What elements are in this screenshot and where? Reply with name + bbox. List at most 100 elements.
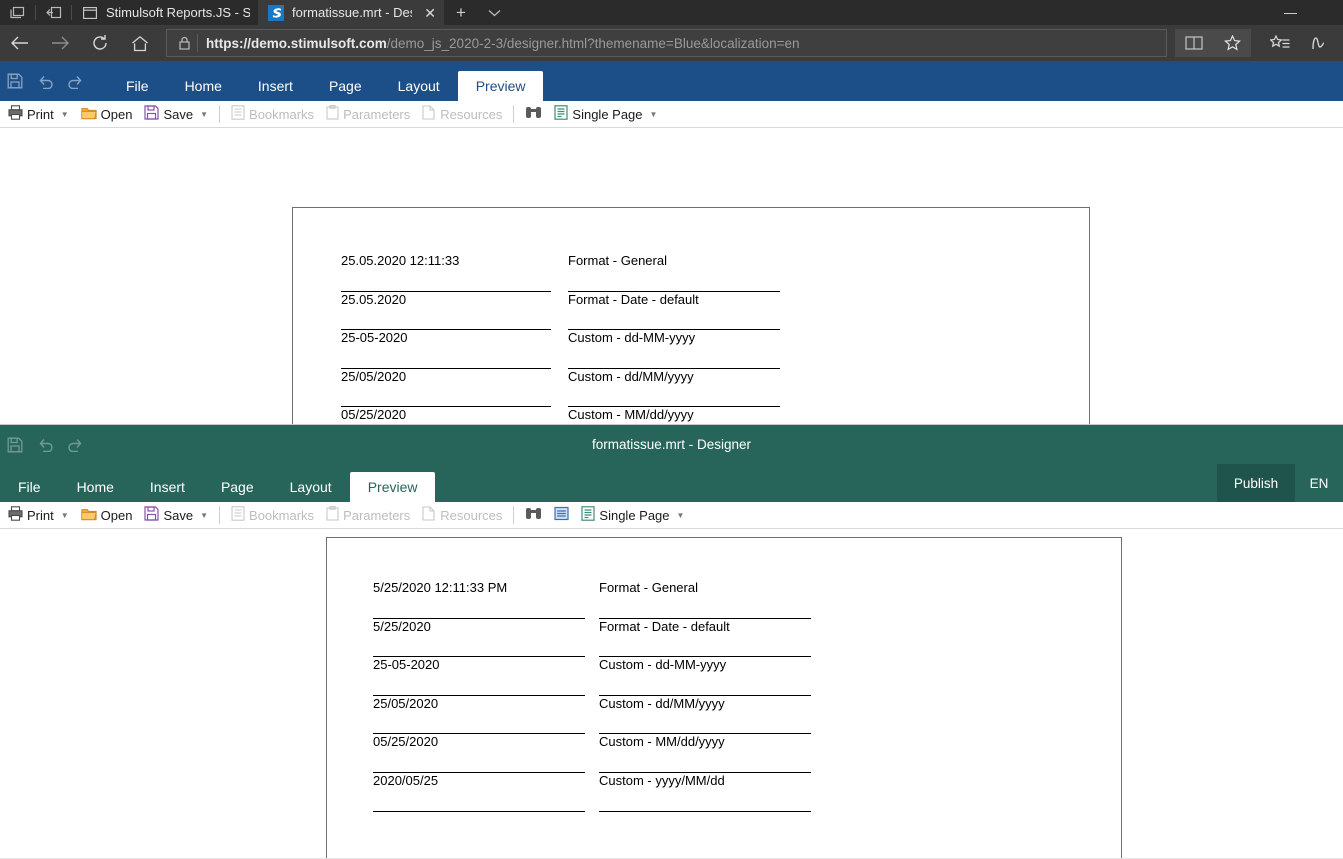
report-value-text: 2020/05/25: [373, 773, 439, 788]
tab-list-button[interactable]: [478, 0, 510, 25]
forward-button[interactable]: [40, 25, 80, 61]
save-button[interactable]: Save ▼: [138, 101, 214, 128]
resources-label: Resources: [440, 507, 503, 523]
report-row: 5/25/2020 Format - Date - default: [327, 619, 1121, 658]
set-aside-tabs-icon[interactable]: [36, 0, 71, 25]
close-icon[interactable]: ✕: [424, 6, 436, 20]
chevron-down-icon[interactable]: ▼: [677, 511, 685, 520]
green-preview-toolbar: Print ▼ Open Save ▼ Bookmarks Parameters…: [0, 502, 1343, 529]
browser-tab-2[interactable]: formatissue.mrt - Desig ✕: [258, 0, 444, 25]
open-button[interactable]: Open: [75, 101, 139, 128]
designer-blue-instance: File Home Insert Page Layout Preview Pri…: [0, 61, 1343, 425]
find-button[interactable]: [519, 101, 548, 128]
report-cell-format: Custom - dd/MM/yyyy: [568, 369, 780, 408]
refresh-icon: [93, 35, 107, 50]
single-page-icon: [581, 506, 596, 524]
blue-ribbon: File Home Insert Page Layout Preview: [0, 61, 1343, 101]
window-minimize-button[interactable]: —: [1268, 0, 1313, 25]
tab-layout[interactable]: Layout: [380, 71, 458, 101]
address-bar[interactable]: https://demo.stimulsoft.com/demo_js_2020…: [166, 29, 1167, 57]
chevron-down-icon[interactable]: ▼: [650, 110, 658, 119]
report-cell-value: 25/05/2020: [373, 696, 585, 735]
tab-file[interactable]: File: [0, 472, 59, 502]
report-cell-format: Custom - dd/MM/yyyy: [599, 696, 811, 735]
single-page-icon: [554, 105, 569, 123]
print-button[interactable]: Print ▼: [2, 101, 75, 128]
refresh-button[interactable]: [80, 25, 120, 61]
tab-preview-icon[interactable]: [0, 0, 35, 25]
resources-label: Resources: [440, 106, 503, 122]
print-icon: [8, 506, 23, 524]
report-value-text: 25-05-2020: [373, 657, 440, 673]
back-button[interactable]: [0, 25, 40, 61]
toolbar-separator-1: [219, 506, 221, 524]
report-value-text: 25/05/2020: [373, 695, 439, 711]
single-page-button[interactable]: Single Page ▼: [575, 502, 690, 529]
toolbar-separator-1: [219, 105, 221, 123]
chevron-down-icon[interactable]: ▼: [61, 110, 69, 119]
page-view-icon: [554, 506, 570, 524]
resources-icon: [422, 105, 436, 123]
tab-insert[interactable]: Insert: [132, 472, 203, 502]
chevron-down-icon[interactable]: ▼: [200, 511, 208, 520]
tab-insert[interactable]: Insert: [240, 71, 311, 101]
publish-button[interactable]: Publish: [1217, 464, 1295, 502]
print-button[interactable]: Print ▼: [2, 502, 75, 529]
report-cell-format: Custom - dd-MM-yyyy: [568, 330, 780, 369]
tab-page[interactable]: Page: [203, 472, 272, 502]
page-view-button[interactable]: [548, 502, 575, 529]
tab-file[interactable]: File: [108, 71, 167, 101]
tab-home[interactable]: Home: [59, 472, 132, 502]
chevron-down-icon[interactable]: ▼: [61, 511, 69, 520]
single-page-button[interactable]: Single Page ▼: [548, 101, 663, 128]
report-format-text: Custom - dd-MM-yyyy: [568, 330, 696, 346]
save-button[interactable]: Save ▼: [138, 502, 214, 529]
tab-insert-label: Insert: [149, 479, 185, 495]
save-icon[interactable]: [0, 61, 30, 101]
report-value-text: 25/05/2020: [341, 368, 407, 384]
tab-page-label: Page: [328, 78, 362, 94]
browser-toolbar-right: [1175, 25, 1343, 61]
favorites-star-icon[interactable]: [1213, 29, 1251, 57]
redo-icon[interactable]: [60, 61, 90, 101]
bookmarks-label: Bookmarks: [249, 507, 315, 523]
report-row: 5/25/2020 12:11:33 PM Format - General: [327, 580, 1121, 619]
browser-toolbar: https://demo.stimulsoft.com/demo_js_2020…: [0, 25, 1343, 61]
chevron-down-icon[interactable]: ▼: [200, 110, 208, 119]
reading-view-icon[interactable]: [1175, 29, 1213, 57]
favorites-list-icon[interactable]: [1261, 29, 1299, 57]
tab-page[interactable]: Page: [311, 71, 380, 101]
parameters-button: Parameters: [320, 502, 416, 529]
report-value-text: 5/25/2020: [373, 618, 431, 634]
screen-root: Stimulsoft Reports.JS - Sam formatissue.…: [0, 0, 1343, 859]
plus-icon: +: [456, 2, 466, 22]
browser-tab-2-title: formatissue.mrt - Desig: [292, 5, 412, 20]
tab-preview[interactable]: Preview: [349, 472, 436, 502]
open-button[interactable]: Open: [75, 502, 139, 529]
new-tab-button[interactable]: +: [444, 0, 478, 25]
resources-icon: [422, 506, 436, 524]
tab-layout-label: Layout: [397, 78, 440, 94]
blue-preview-workarea: 25.05.2020 12:11:33 Format - General 25.05…: [0, 128, 1343, 425]
home-button[interactable]: [120, 25, 160, 61]
report-format-text: Custom - yyyy/MM/dd: [599, 773, 725, 788]
open-label: Open: [100, 106, 133, 122]
undo-icon[interactable]: [30, 61, 60, 101]
find-button[interactable]: [519, 502, 548, 529]
reading-tools-group: [1175, 29, 1251, 57]
window-icon: [82, 5, 98, 21]
resources-button: Resources: [416, 101, 508, 128]
find-binoculars-icon: [525, 506, 542, 524]
language-button[interactable]: EN: [1295, 464, 1343, 502]
parameters-icon: [326, 506, 339, 524]
browser-tab-strip: Stimulsoft Reports.JS - Sam formatissue.…: [0, 0, 1343, 25]
tab-preview[interactable]: Preview: [457, 71, 544, 101]
report-format-text: Custom - dd/MM/yyyy: [599, 695, 725, 711]
notes-pen-icon[interactable]: [1299, 29, 1337, 57]
tab-layout[interactable]: Layout: [272, 472, 350, 502]
tab-home[interactable]: Home: [167, 71, 240, 101]
browser-tab-1[interactable]: Stimulsoft Reports.JS - Sam: [72, 0, 258, 25]
single-page-label: Single Page: [599, 507, 670, 523]
report-cell-value: 05/25/2020: [373, 734, 585, 773]
open-label: Open: [100, 507, 133, 523]
